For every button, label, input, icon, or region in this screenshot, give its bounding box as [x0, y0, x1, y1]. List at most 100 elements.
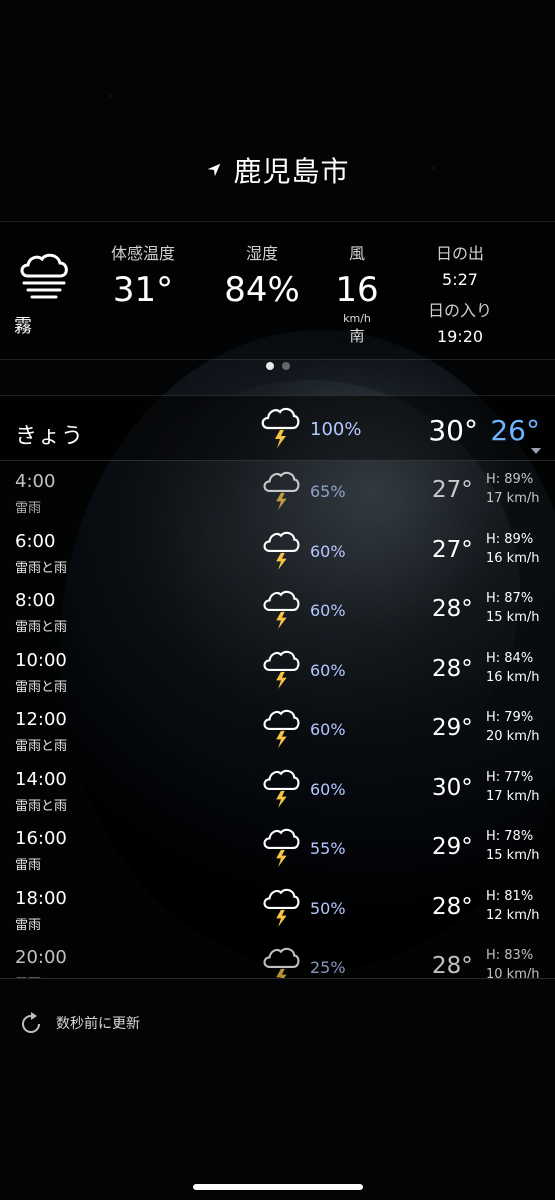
today-label: きょう [15, 424, 85, 449]
thunderstorm-icon [261, 407, 300, 448]
current-condition: 霧 [14, 250, 78, 338]
humidity-value: 84% [224, 270, 300, 310]
hour-time: 12:00 [15, 709, 67, 730]
sunset-label: 日の入り [427, 301, 492, 320]
hour-condition: 雷雨 [15, 917, 42, 933]
hour-humidity: H: 83% [486, 948, 534, 963]
hour-humidity: H: 87% [486, 591, 534, 606]
hourly-row[interactable]: 8:00 雷雨と雨 60% 28° H: 87% 15 km/h [0, 580, 555, 640]
hourly-row[interactable]: 14:00 雷雨と雨 60% 30° H: 77% 17 km/h [0, 759, 555, 819]
hour-humidity: H: 89% [486, 531, 534, 547]
hour-time: 10:00 [15, 649, 67, 671]
home-indicator[interactable] [192, 1184, 363, 1190]
hour-time: 20:00 [15, 947, 67, 968]
hour-wind: 15 km/h [486, 610, 540, 625]
hour-humidity: H: 77% [486, 769, 534, 785]
hour-wind: 16 km/h [486, 669, 540, 685]
hour-temp: 28° [432, 893, 473, 920]
thunderstorm-icon [263, 947, 300, 978]
today-precip: 100% [310, 419, 362, 440]
hour-precip: 60% [310, 541, 346, 561]
weather-screen: 鹿児島市 霧 体感温度 31° 湿度 84% 風 16 km/h 南 日の出 5… [0, 0, 555, 1200]
hour-condition: 雷雨と雨 [15, 620, 68, 635]
hour-time: 16:00 [15, 828, 67, 849]
thunderstorm-icon [263, 769, 300, 808]
hour-wind: 15 km/h [486, 848, 540, 863]
hour-humidity: H: 81% [486, 888, 534, 904]
hour-wind: 17 km/h [486, 788, 540, 804]
hour-humidity: H: 78% [486, 829, 534, 844]
thunderstorm-icon [263, 650, 300, 689]
hourly-row[interactable]: 16:00 雷雨 55% 29° H: 78% 15 km/h [0, 818, 555, 878]
thunderstorm-icon [263, 709, 300, 748]
thunderstorm-icon [263, 888, 300, 927]
hourly-row[interactable]: 20:00 雷雨 25% 28° H: 83% 10 km/h [0, 937, 555, 979]
hour-precip: 60% [310, 601, 346, 620]
hour-humidity: H: 89% [486, 472, 534, 487]
sunrise-label: 日の出 [435, 244, 484, 263]
hour-time: 8:00 [15, 590, 56, 611]
update-status[interactable]: 数秒前に更新 [18, 1010, 140, 1036]
humidity: 湿度 84% [220, 240, 304, 310]
thunderstorm-icon [263, 828, 300, 867]
thunderstorm-icon [263, 590, 300, 629]
hour-temp: 27° [432, 477, 473, 503]
hour-humidity: H: 79% [486, 710, 534, 725]
hour-wind: 12 km/h [486, 907, 540, 923]
page-dot-active[interactable] [265, 362, 274, 370]
hour-precip: 55% [310, 839, 346, 858]
hourly-row[interactable]: 18:00 雷雨 50% 28° H: 81% 12 km/h [0, 878, 555, 938]
sunset-time: 19:20 [436, 327, 484, 346]
hour-temp: 29° [432, 715, 473, 741]
hour-time: 6:00 [15, 530, 56, 552]
hourly-row[interactable]: 6:00 雷雨と雨 60% 27° H: 89% 16 km/h [0, 521, 555, 581]
hour-wind: 16 km/h [486, 550, 540, 566]
hour-temp: 28° [432, 953, 473, 979]
current-conditions-panel: 霧 体感温度 31° 湿度 84% 風 16 km/h 南 日の出 5:27 日… [0, 221, 555, 360]
hour-condition: 雷雨と雨 [15, 560, 68, 576]
wind: 風 16 km/h 南 [332, 240, 382, 346]
fog-icon [20, 253, 68, 299]
refresh-icon[interactable] [18, 1010, 44, 1036]
updated-text: 数秒前に更新 [56, 1016, 140, 1032]
hour-time: 18:00 [15, 887, 67, 909]
hourly-row[interactable]: 10:00 雷雨と雨 60% 28° H: 84% 16 km/h [0, 640, 555, 700]
hour-temp: 29° [432, 834, 473, 860]
hour-condition: 雷雨と雨 [15, 798, 68, 814]
feels-like: 体感温度 31° [108, 240, 178, 310]
hourly-forecast-list[interactable]: 4:00 雷雨 65% 27° H: 89% 17 km/h 6:00 雷雨と雨… [0, 460, 555, 979]
city-name: 鹿児島市 [233, 155, 350, 188]
wind-speed: 16 [335, 270, 379, 310]
location-arrow-icon [208, 163, 221, 177]
expand-caret-icon[interactable] [531, 448, 541, 454]
today-summary-row[interactable]: きょう 100% 30° 26° [0, 395, 555, 461]
hour-time: 4:00 [15, 471, 56, 492]
sun-times: 日の出 5:27 日の入り 19:20 [420, 240, 500, 346]
wind-label: 風 [348, 244, 365, 263]
hour-temp: 28° [432, 655, 473, 682]
hourly-row[interactable]: 4:00 雷雨 65% 27° H: 89% 17 km/h [0, 461, 555, 521]
hour-precip: 60% [310, 660, 346, 680]
hour-temp: 30° [432, 774, 473, 801]
hour-precip: 60% [310, 779, 346, 799]
hour-precip: 60% [310, 720, 346, 739]
hour-condition: 雷雨と雨 [15, 679, 68, 695]
today-high: 30° [428, 414, 478, 447]
sunrise-time: 5:27 [442, 270, 478, 289]
wind-unit: km/h [343, 312, 371, 325]
humidity-label: 湿度 [245, 244, 278, 263]
page-indicator[interactable] [0, 362, 555, 370]
hour-condition: 雷雨 [15, 973, 41, 978]
hour-temp: 27° [432, 536, 473, 563]
city-header[interactable]: 鹿児島市 [0, 150, 555, 190]
hourly-row[interactable]: 12:00 雷雨と雨 60% 29° H: 79% 20 km/h [0, 699, 555, 759]
hour-condition: 雷雨 [15, 501, 42, 516]
hour-condition: 雷雨と雨 [15, 739, 68, 754]
feels-like-label: 体感温度 [110, 244, 175, 263]
feels-like-value: 31° [112, 270, 174, 310]
hour-time: 14:00 [15, 768, 67, 790]
condition-label: 霧 [14, 316, 32, 337]
hour-wind: 20 km/h [486, 729, 540, 744]
today-low: 26° [490, 414, 540, 447]
page-dot[interactable] [281, 362, 290, 370]
